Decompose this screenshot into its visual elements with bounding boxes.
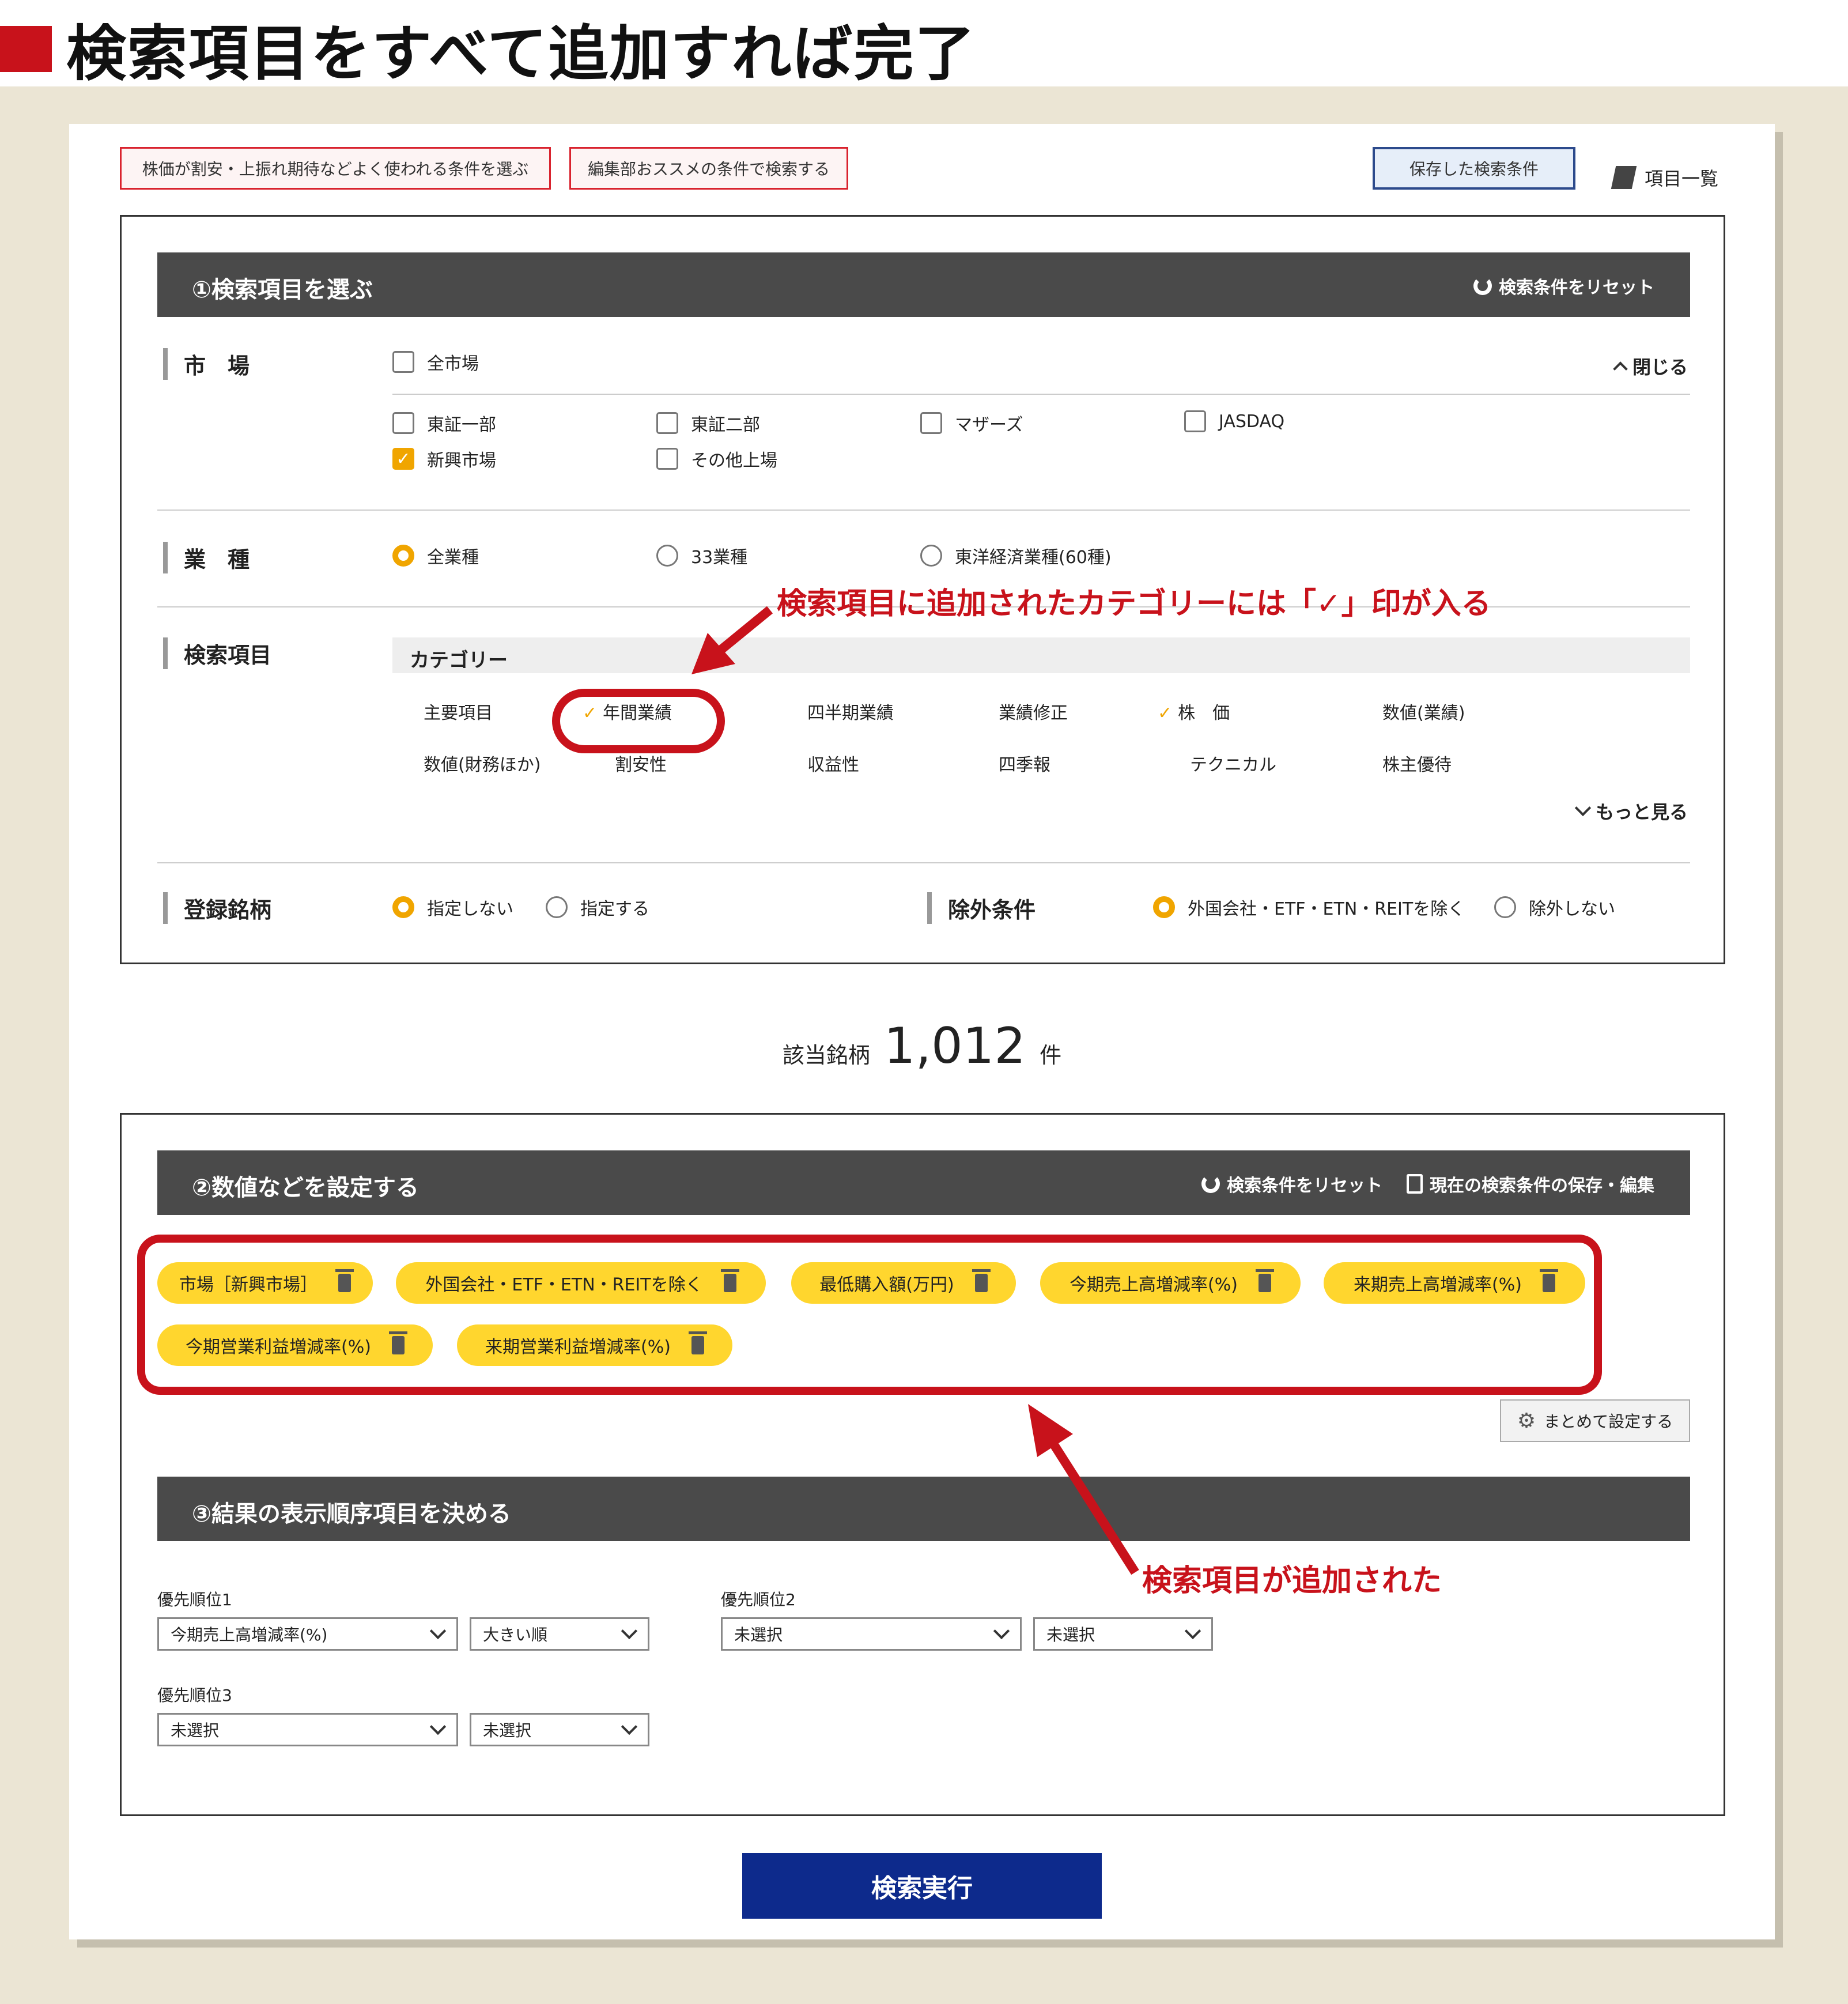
arrow-line-2 [1050,1443,1139,1575]
arrow-line-1 [716,606,773,655]
annotation-arrows [691,606,1139,1575]
arrow-head-2 [1028,1404,1073,1457]
